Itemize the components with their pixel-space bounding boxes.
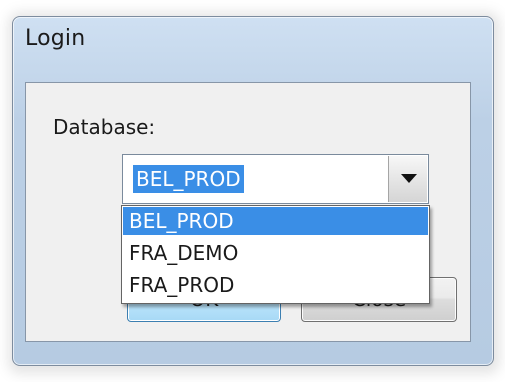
database-combobox-value: BEL_PROD [133, 165, 244, 193]
database-combobox[interactable]: BEL_PROD [122, 154, 429, 204]
dropdown-option-bel-prod[interactable]: BEL_PROD [123, 207, 428, 235]
database-dropdown-list: BEL_PROD FRA_DEMO FRA_PROD [121, 205, 430, 304]
database-label: Database: [53, 115, 156, 139]
dropdown-option-fra-demo[interactable]: FRA_DEMO [123, 239, 428, 267]
database-dropdown-button[interactable] [388, 156, 427, 202]
screen: Login Database: BEL_PROD OK Close BEL_PR… [0, 0, 505, 382]
dropdown-option-fra-prod[interactable]: FRA_PROD [123, 271, 428, 299]
chevron-down-icon [401, 174, 417, 183]
dialog-title: Login [25, 26, 86, 51]
